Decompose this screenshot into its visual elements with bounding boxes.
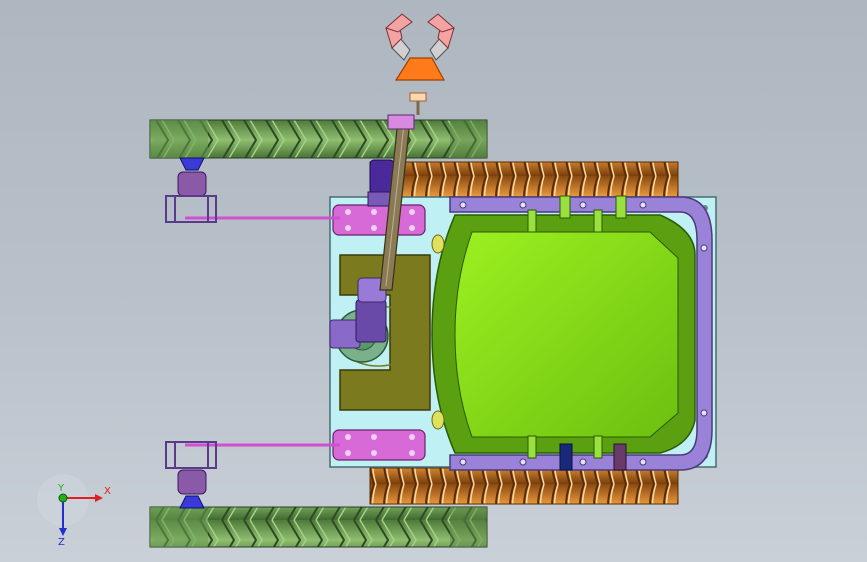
green-hull[interactable] xyxy=(431,195,696,471)
robot-assembly-model[interactable] xyxy=(0,0,867,562)
bottom-wheel-hub[interactable] xyxy=(165,441,217,509)
cad-viewport[interactable]: X Y Z xyxy=(0,0,867,562)
top-wheel-hub[interactable] xyxy=(165,157,217,223)
top-wheel-track[interactable] xyxy=(149,119,488,159)
bottom-orange-tread[interactable] xyxy=(369,467,679,505)
triad-x-label: X xyxy=(104,486,111,497)
top-orange-tread[interactable] xyxy=(369,161,679,199)
bottom-wheel-track[interactable] xyxy=(149,506,488,548)
coordinate-triad-icon xyxy=(37,474,103,536)
gripper[interactable] xyxy=(385,13,455,115)
top-clamp-plate[interactable] xyxy=(332,204,426,236)
bottom-clamp-plate[interactable] xyxy=(332,429,426,461)
triad-y-label: Y xyxy=(58,483,65,494)
triad-z-label: Z xyxy=(58,537,65,548)
